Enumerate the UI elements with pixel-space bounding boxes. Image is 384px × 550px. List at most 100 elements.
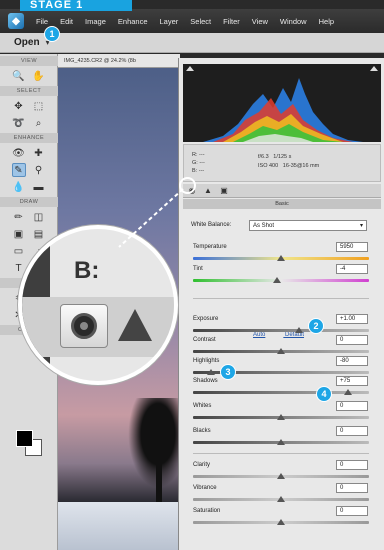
control-label-vibrance: Vibrance <box>193 485 217 491</box>
app-logo-icon[interactable]: ◆ <box>8 13 24 29</box>
control-label-temperature: Temperature <box>193 244 227 250</box>
control-label-shadows: Shadows <box>193 378 218 384</box>
control-value-highlights[interactable]: -80 <box>336 356 368 366</box>
menu-window[interactable]: Window <box>280 17 307 26</box>
camera-calibration-tab-icon[interactable]: ▣ <box>219 186 229 196</box>
step-badge-1: 1 <box>44 26 60 42</box>
open-button[interactable]: Open <box>14 37 40 48</box>
control-label-clarity: Clarity <box>193 462 211 468</box>
control-slider-thumb-exposure[interactable] <box>294 327 303 333</box>
g-value: --- <box>199 160 205 166</box>
white-balance-label: White Balance: <box>191 222 232 228</box>
control-label-whites: Whites <box>193 403 212 409</box>
shutter-readout: 1/125 s <box>273 154 292 160</box>
camera-raw-panel: R: --- G: --- B: --- f/6.3 1/125 s ISO 4… <box>178 58 384 550</box>
spot-healing-tool-icon[interactable]: ✚ <box>32 146 46 160</box>
control-value-vibrance[interactable]: 0 <box>336 483 368 493</box>
control-slider-shadows[interactable] <box>193 391 369 394</box>
step-banner: STAGE 1 <box>20 0 132 11</box>
shadow-clip-warning-icon[interactable] <box>186 66 194 71</box>
stamp-tool-icon[interactable]: ⚲ <box>32 163 46 177</box>
brush-tool-icon[interactable]: ✎ <box>11 163 26 177</box>
hand-tool-icon[interactable]: ✋ <box>32 69 46 83</box>
control-slider-thumb-contrast[interactable] <box>277 348 285 354</box>
step-badge-2: 2 <box>308 318 324 334</box>
white-balance-select[interactable]: As Shot ▾ <box>249 220 367 231</box>
menu-image[interactable]: Image <box>85 17 106 26</box>
eraser-tool-icon[interactable]: ◫ <box>32 210 46 224</box>
basic-panel-title: Basic <box>183 199 381 209</box>
tree-trunk <box>156 448 162 504</box>
control-slider-exposure[interactable] <box>193 329 369 332</box>
control-label-exposure: Exposure <box>193 316 219 322</box>
zoom-tool-icon[interactable]: 🔍 <box>12 69 26 83</box>
callout-triangle-icon <box>118 309 152 341</box>
menu-edit[interactable]: Edit <box>60 17 73 26</box>
document-tab[interactable]: IMG_4235.CR2 @ 24.2% (8b <box>58 54 180 68</box>
g-label: G: <box>192 160 198 166</box>
menu-enhance[interactable]: Enhance <box>118 17 148 26</box>
snowy-ground <box>58 502 180 550</box>
section-divider <box>193 453 369 454</box>
marquee-tool-icon[interactable]: ⬚ <box>32 99 46 113</box>
control-value-saturation[interactable]: 0 <box>336 506 368 516</box>
lasso-tool-icon[interactable]: ➰ <box>12 116 26 130</box>
pencil-tool-icon[interactable]: ✏ <box>12 210 26 224</box>
control-label-saturation: Saturation <box>193 508 221 514</box>
aperture-readout: f/6.3 <box>258 154 269 160</box>
menu-select[interactable]: Select <box>190 17 211 26</box>
panel-tabs: ◉ ▲ ▣ <box>183 184 381 198</box>
control-slider-thumb-vibrance[interactable] <box>277 496 285 502</box>
menu-filter[interactable]: Filter <box>223 17 240 26</box>
lens-readout: 16-35@16 mm <box>282 163 320 169</box>
control-slider-thumb-tint[interactable] <box>273 277 282 283</box>
control-value-exposure[interactable]: +1.00 <box>336 314 368 324</box>
white-balance-value: As Shot <box>253 223 275 229</box>
highlight-clip-warning-icon[interactable] <box>370 66 378 71</box>
tools-section-view: VIEW <box>0 56 58 66</box>
control-value-blacks[interactable]: 0 <box>336 426 368 436</box>
control-slider-thumb-blacks[interactable] <box>277 439 285 445</box>
control-slider-thumb-clarity[interactable] <box>277 473 285 479</box>
chevron-down-icon: ▾ <box>359 223 363 229</box>
control-slider-thumb-whites[interactable] <box>277 414 285 420</box>
blur-tool-icon[interactable]: 💧 <box>12 180 26 194</box>
detail-tab-triangle-icon[interactable]: ▲ <box>203 186 213 196</box>
auto-link[interactable]: Auto <box>253 332 265 338</box>
control-value-shadows[interactable]: +75 <box>336 376 368 386</box>
iso-readout: ISO 400 <box>258 163 279 169</box>
control-value-whites[interactable]: 0 <box>336 401 368 411</box>
menu-help[interactable]: Help <box>319 17 334 26</box>
menu-file[interactable]: File <box>36 17 48 26</box>
sponge-tool-icon[interactable]: ▬ <box>32 180 46 194</box>
control-label-tint: Tint <box>193 266 203 272</box>
control-value-temperature[interactable]: 5950 <box>336 242 368 252</box>
menu-layer[interactable]: Layer <box>160 17 179 26</box>
control-value-clarity[interactable]: 0 <box>336 460 368 470</box>
callout-aperture-tab <box>60 304 108 348</box>
r-label: R: <box>192 152 198 158</box>
control-slider-thumb-shadows[interactable] <box>343 389 352 395</box>
menu-view[interactable]: View <box>252 17 268 26</box>
control-slider-thumb-highlights[interactable] <box>206 369 215 375</box>
step-badge-3: 3 <box>220 364 236 380</box>
exif-info: R: --- G: --- B: --- f/6.3 1/125 s ISO 4… <box>183 144 381 182</box>
b-value: --- <box>198 168 205 174</box>
foreground-color-swatch[interactable] <box>16 430 33 447</box>
color-swatches[interactable] <box>16 430 42 456</box>
control-value-contrast[interactable]: 0 <box>336 335 368 345</box>
tools-section-select: SELECT <box>0 86 58 96</box>
move-tool-icon[interactable]: ✥ <box>12 99 26 113</box>
control-label-highlights: Highlights <box>193 358 220 364</box>
aperture-icon <box>71 313 97 339</box>
quick-select-tool-icon[interactable]: ⌕ <box>32 116 46 130</box>
control-label-blacks: Blacks <box>193 428 211 434</box>
control-slider-thumb-temperature[interactable] <box>277 255 285 261</box>
control-value-tint[interactable]: -4 <box>336 264 368 274</box>
r-value: --- <box>199 152 205 158</box>
control-slider-thumb-saturation[interactable] <box>277 519 285 525</box>
callout-b-label: B: <box>74 257 100 284</box>
red-eye-tool-icon[interactable]: 👁 <box>12 146 26 160</box>
zoom-callout: B: <box>18 225 178 385</box>
step-badge-4: 4 <box>316 386 332 402</box>
